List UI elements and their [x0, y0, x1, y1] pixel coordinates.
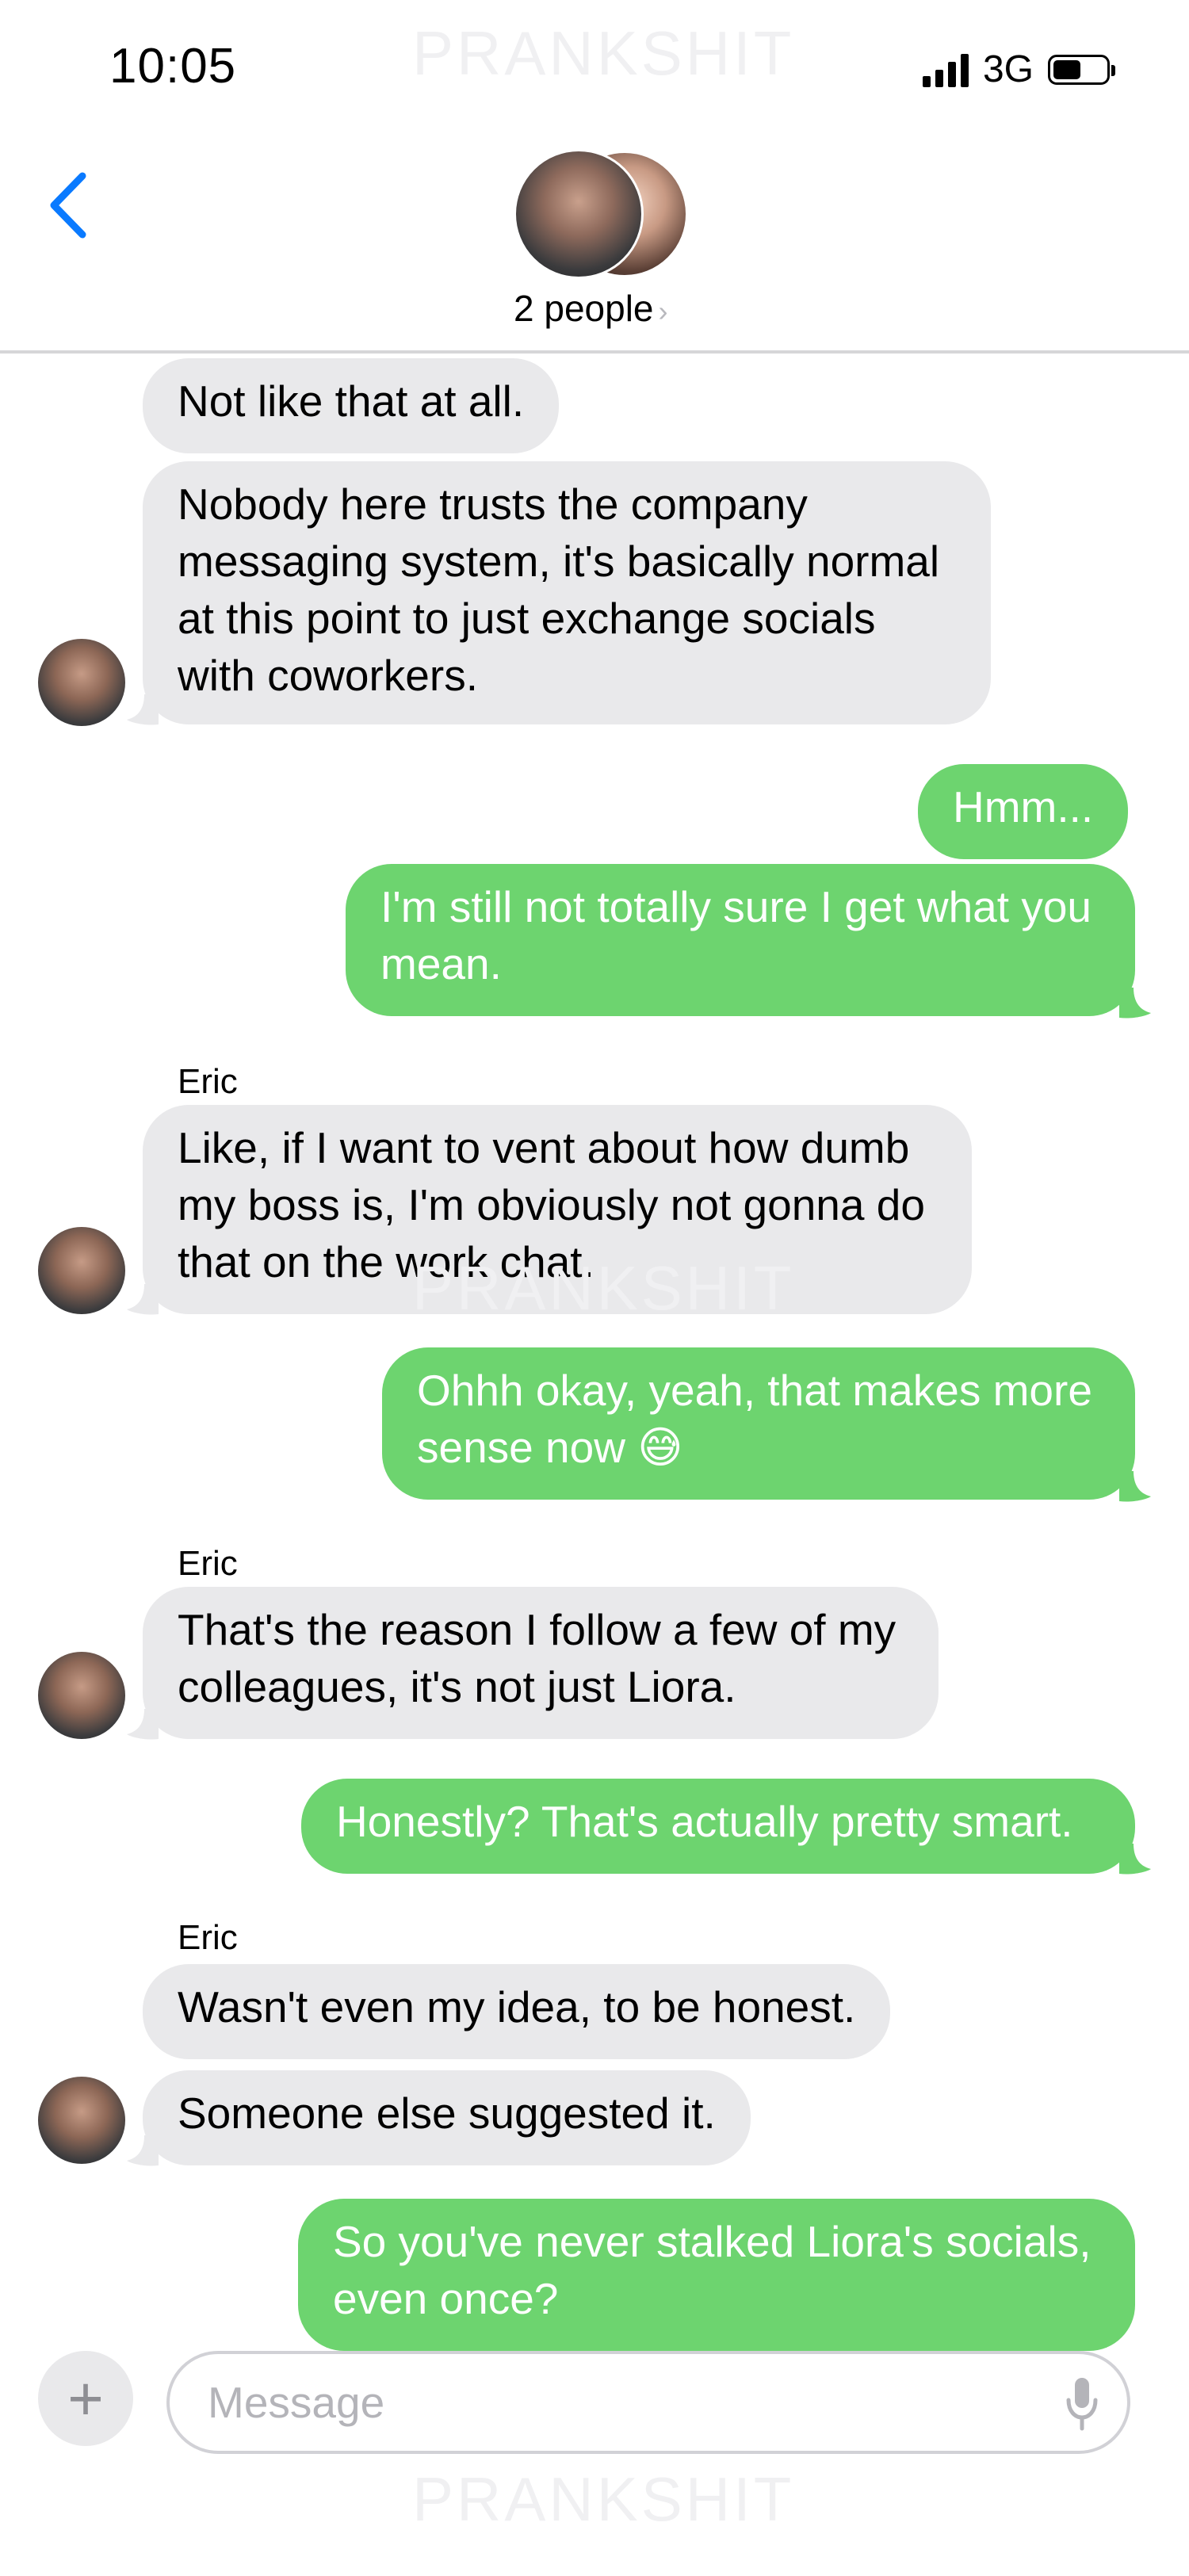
- participants-button[interactable]: 2 people ›: [514, 287, 668, 330]
- bubble-tail: [1119, 1471, 1151, 1502]
- bubble-tail: [1119, 1844, 1151, 1875]
- avatar-eric[interactable]: [38, 1652, 125, 1739]
- avatar-eric: [514, 149, 644, 279]
- back-chevron-icon[interactable]: [46, 170, 94, 241]
- bubble-tail: [127, 1284, 159, 1315]
- status-time: 10:05: [109, 39, 237, 94]
- sender-name: Eric: [178, 1544, 238, 1583]
- message-incoming[interactable]: Wasn't even my idea, to be honest.: [143, 1964, 891, 2059]
- message-incoming[interactable]: Not like that at all.: [143, 358, 560, 453]
- message-outgoing[interactable]: I'm still not totally sure I get what yo…: [346, 864, 1135, 1016]
- message-placeholder: Message: [208, 2378, 385, 2427]
- avatar-eric[interactable]: [38, 2077, 125, 2164]
- message-input[interactable]: Message: [166, 2351, 1130, 2454]
- bubble-tail: [127, 694, 159, 725]
- sender-name: Eric: [178, 1062, 238, 1101]
- battery-icon: [1048, 54, 1115, 85]
- network-label: 3G: [982, 48, 1034, 90]
- participants-label: 2 people: [514, 288, 654, 329]
- sender-name: Eric: [178, 1918, 238, 1957]
- signal-icon: [922, 52, 969, 87]
- chevron-right-icon: ›: [658, 295, 668, 327]
- watermark-middle: PRANKSHIT: [412, 1253, 795, 1323]
- avatar-eric[interactable]: [38, 639, 125, 726]
- plus-button[interactable]: +: [38, 2351, 133, 2446]
- bubble-tail: [1119, 988, 1151, 1019]
- avatar-eric[interactable]: [38, 1227, 125, 1314]
- status-indicators: 3G: [922, 48, 1115, 91]
- message-outgoing[interactable]: Honestly? That's actually pretty smart.: [301, 1779, 1135, 1874]
- group-avatar[interactable]: [514, 149, 688, 279]
- bubble-tail: [127, 1709, 159, 1740]
- watermark-bottom: PRANKSHIT: [412, 2464, 795, 2534]
- message-incoming[interactable]: Someone else suggested it.: [143, 2070, 751, 2165]
- message-outgoing[interactable]: Ohhh okay, yeah, that makes more sense n…: [382, 1347, 1135, 1500]
- header-divider: [0, 350, 1189, 354]
- microphone-icon[interactable]: [1062, 2376, 1102, 2432]
- plus-icon: +: [67, 2363, 104, 2433]
- message-outgoing[interactable]: So you've never stalked Liora's socials,…: [298, 2199, 1135, 2351]
- message-incoming[interactable]: Nobody here trusts the company messaging…: [143, 461, 991, 724]
- watermark-top: PRANKSHIT: [412, 18, 795, 88]
- message-outgoing[interactable]: Hmm...: [918, 764, 1129, 859]
- message-incoming[interactable]: That's the reason I follow a few of my c…: [143, 1587, 939, 1739]
- bubble-tail: [127, 2135, 159, 2166]
